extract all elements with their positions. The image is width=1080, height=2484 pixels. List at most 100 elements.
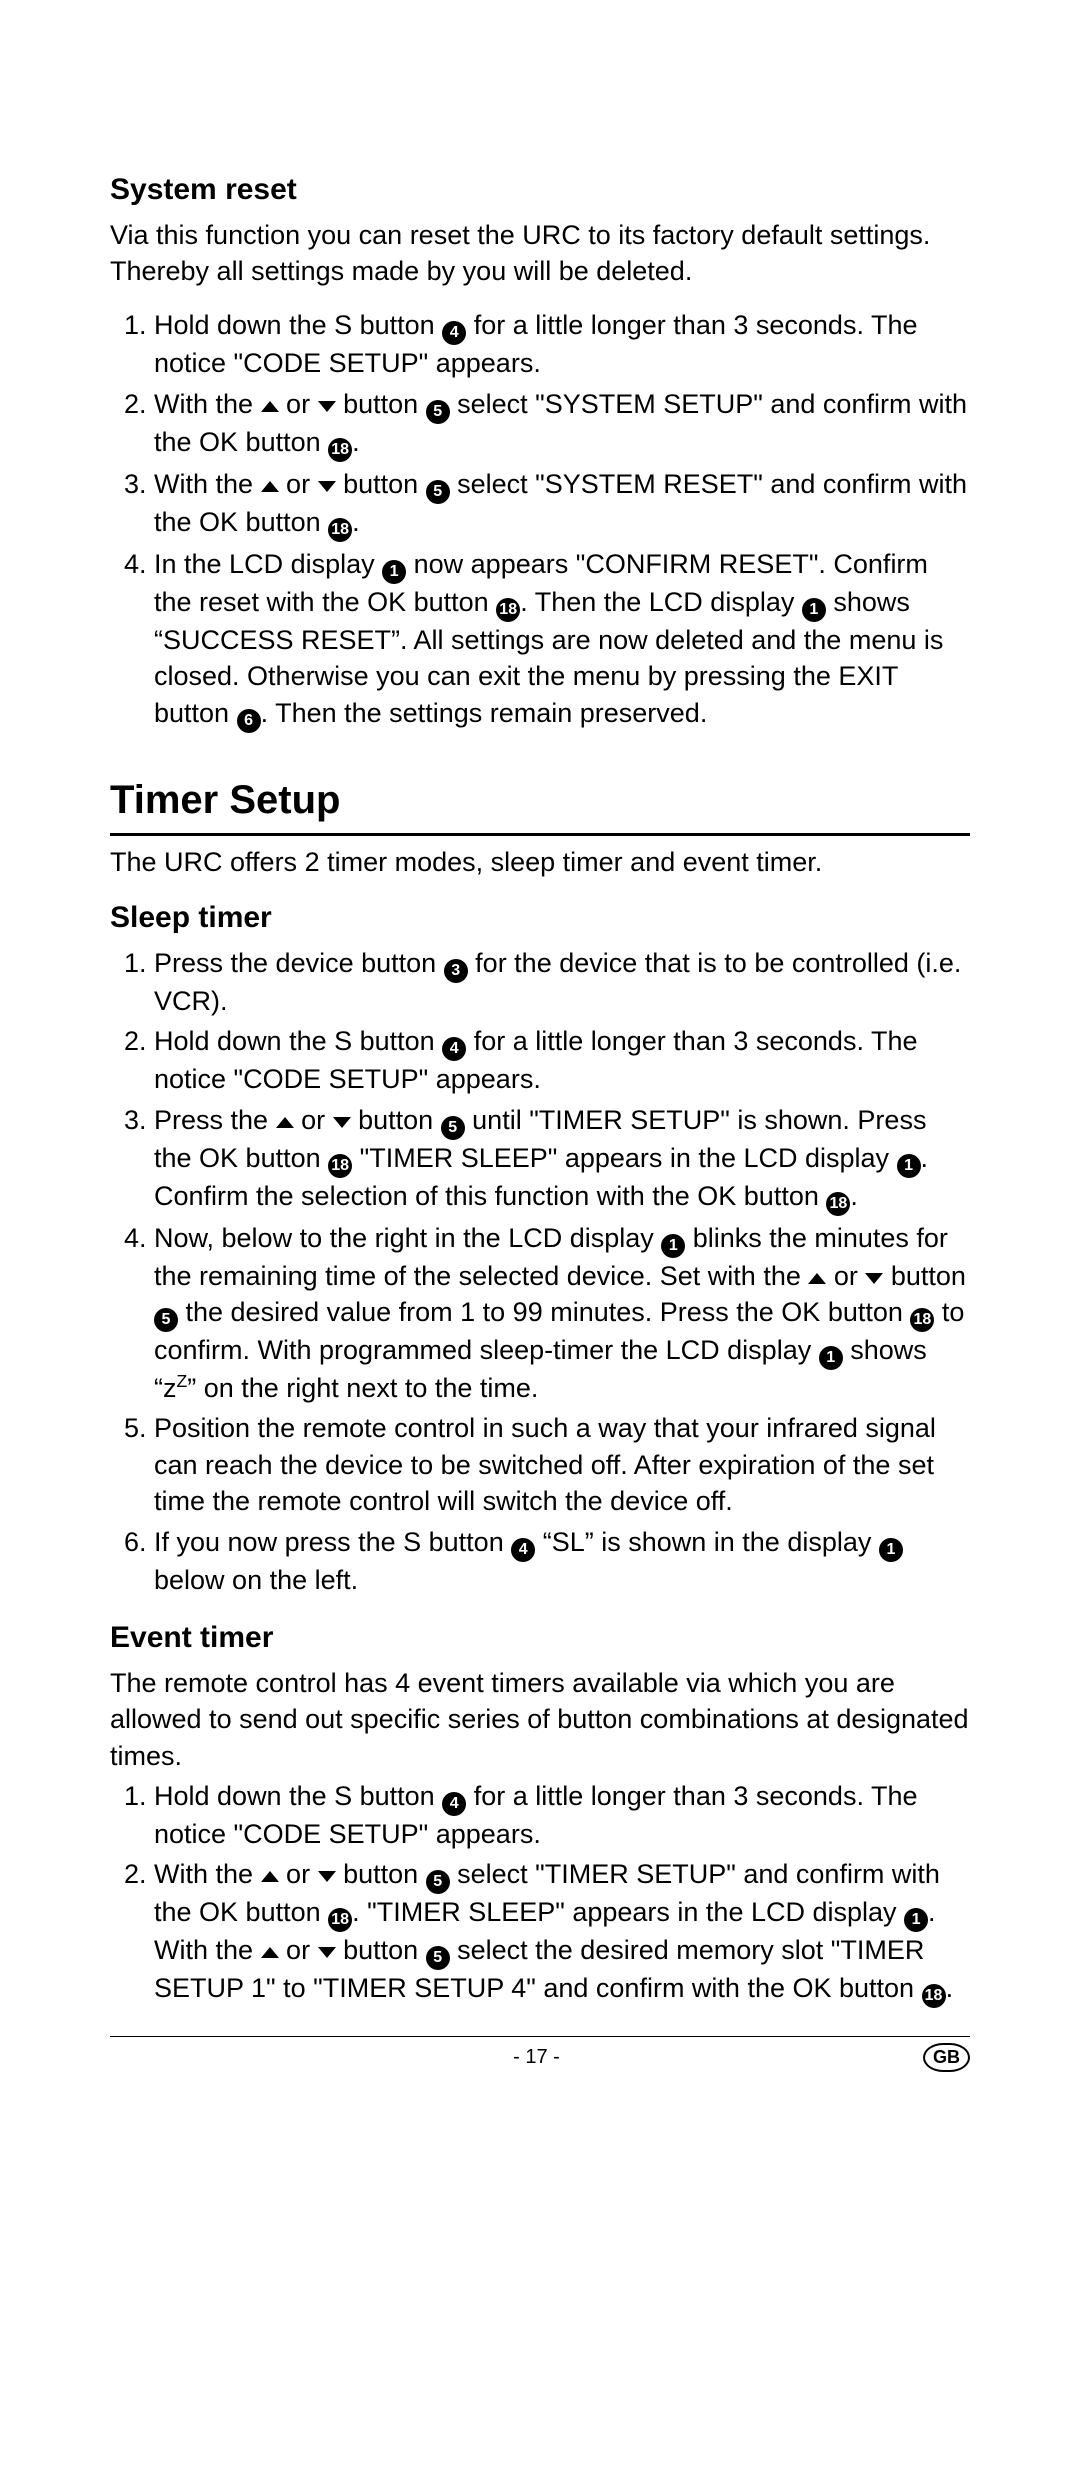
circled-number-icon: 1	[661, 1234, 685, 1258]
circled-number-icon: 18	[328, 518, 352, 542]
circled-number-icon: 18	[826, 1192, 850, 1216]
circled-number-icon: 5	[426, 400, 450, 424]
circled-number-icon: 1	[879, 1538, 903, 1562]
text: or	[279, 469, 318, 499]
triangle-up-icon	[808, 1273, 826, 1284]
list-item: Hold down the S button 4 for a little lo…	[154, 307, 970, 381]
intro-timer-setup: The URC offers 2 timer modes, sleep time…	[110, 844, 970, 880]
list-item: In the LCD display 1 now appears "CONFIR…	[154, 546, 970, 733]
triangle-up-icon	[261, 401, 279, 412]
circled-number-icon: 18	[910, 1308, 934, 1332]
text: . Then the LCD display	[520, 587, 802, 617]
circled-number-icon: 18	[328, 438, 352, 462]
text: Hold down the S button	[154, 1781, 442, 1811]
list-item: If you now press the S button 4 “SL” is …	[154, 1524, 970, 1598]
text: the desired value from 1 to 99 minutes. …	[178, 1297, 910, 1327]
triangle-down-icon	[318, 1871, 336, 1882]
text: or	[294, 1105, 333, 1135]
circled-number-icon: 4	[511, 1538, 535, 1562]
list-item: With the or button 5 select "SYSTEM SETU…	[154, 386, 970, 462]
circled-number-icon: 5	[426, 1870, 450, 1894]
text: In the LCD display	[154, 549, 382, 579]
triangle-down-icon	[318, 401, 336, 412]
circled-number-icon: 4	[442, 1037, 466, 1061]
text: Press the device button	[154, 948, 444, 978]
text: With the	[154, 469, 261, 499]
list-item: Press the or button 5 until "TIMER SETUP…	[154, 1102, 970, 1216]
circled-number-icon: 6	[237, 709, 261, 733]
zz-symbol: zZ	[163, 1373, 187, 1403]
list-sleep-timer: Press the device button 3 for the device…	[110, 945, 970, 1599]
circled-number-icon: 1	[802, 598, 826, 622]
circled-number-icon: 5	[426, 480, 450, 504]
text: If you now press the S button	[154, 1527, 511, 1557]
text: Press the	[154, 1105, 276, 1135]
text: select "SYSTEM SETUP" and confirm with t…	[154, 389, 967, 457]
text: . "TIMER SLEEP" appears in the LCD displ…	[352, 1897, 904, 1927]
text: "TIMER SLEEP" appears in the LCD display	[352, 1143, 896, 1173]
list-item: Hold down the S button 4 for a little lo…	[154, 1778, 970, 1852]
triangle-up-icon	[276, 1117, 294, 1128]
text: Hold down the S button	[154, 1026, 442, 1056]
circled-number-icon: 5	[154, 1308, 178, 1332]
circled-number-icon: 18	[496, 598, 520, 622]
circled-number-icon: 1	[382, 560, 406, 584]
text: select "SYSTEM RESET" and confirm with t…	[154, 469, 967, 537]
triangle-down-icon	[865, 1273, 883, 1284]
heading-sleep-timer: Sleep timer	[110, 898, 970, 939]
circled-number-icon: 4	[442, 1792, 466, 1816]
circled-number-icon: 1	[897, 1154, 921, 1178]
list-item: Hold down the S button 4 for a little lo…	[154, 1023, 970, 1097]
circled-number-icon: 18	[328, 1908, 352, 1932]
text: or	[279, 1859, 318, 1889]
text: With the	[154, 1859, 261, 1889]
text: or	[279, 1935, 318, 1965]
text: “SL” is shown in the dis­play	[535, 1527, 879, 1557]
triangle-down-icon	[318, 481, 336, 492]
text: With the	[154, 389, 261, 419]
text: button	[336, 1859, 426, 1889]
text: ” on the right next to the time.	[187, 1373, 538, 1403]
list-item: Press the device button 3 for the device…	[154, 945, 970, 1019]
list-event-timer: Hold down the S button 4 for a little lo…	[110, 1778, 970, 2008]
intro-event-timer: The remote control has 4 event timers av…	[110, 1665, 970, 1774]
text: button	[336, 389, 426, 419]
text: . Then the set­tings remain preserved.	[261, 698, 708, 728]
heading-event-timer: Event timer	[110, 1618, 970, 1659]
text: button	[336, 1935, 426, 1965]
text: .	[946, 1973, 954, 2003]
text: Now, below to the right in the LCD displ…	[154, 1223, 661, 1253]
heading-timer-setup: Timer Setup	[110, 773, 970, 827]
triangle-down-icon	[333, 1117, 351, 1128]
text: Hold down the S button	[154, 310, 442, 340]
list-item: With the or button 5 select "SYSTEM RESE…	[154, 466, 970, 542]
list-item: With the or button 5 select "TIMER SETUP…	[154, 1856, 970, 2008]
triangle-up-icon	[261, 1871, 279, 1882]
circled-number-icon: 5	[441, 1116, 465, 1140]
country-code-badge: GB	[923, 2043, 970, 2071]
text: button	[336, 469, 426, 499]
circled-number-icon: 5	[426, 1946, 450, 1970]
text: .	[850, 1181, 858, 1211]
page-number: - 17 -	[150, 2044, 923, 2071]
text: below on the left.	[154, 1565, 358, 1595]
text: button	[883, 1261, 966, 1291]
divider	[110, 833, 970, 836]
list-system-reset: Hold down the S button 4 for a little lo…	[110, 307, 970, 732]
circled-number-icon: 1	[904, 1908, 928, 1932]
text: select the desired memory slot "TIMER SE…	[154, 1935, 924, 2003]
list-item: Now, below to the right in the LCD displ…	[154, 1220, 970, 1407]
triangle-up-icon	[261, 1947, 279, 1958]
intro-system-reset: Via this function you can reset the URC …	[110, 217, 970, 290]
circled-number-icon: 18	[328, 1154, 352, 1178]
list-item: Position the remote control in such a wa…	[154, 1410, 970, 1519]
text: button	[351, 1105, 441, 1135]
text: or	[826, 1261, 865, 1291]
circled-number-icon: 3	[444, 959, 468, 983]
triangle-down-icon	[318, 1947, 336, 1958]
text: .	[352, 427, 360, 457]
circled-number-icon: 1	[819, 1346, 843, 1370]
text: or	[279, 389, 318, 419]
page-footer: - 17 - GB	[110, 2036, 970, 2071]
triangle-up-icon	[261, 481, 279, 492]
